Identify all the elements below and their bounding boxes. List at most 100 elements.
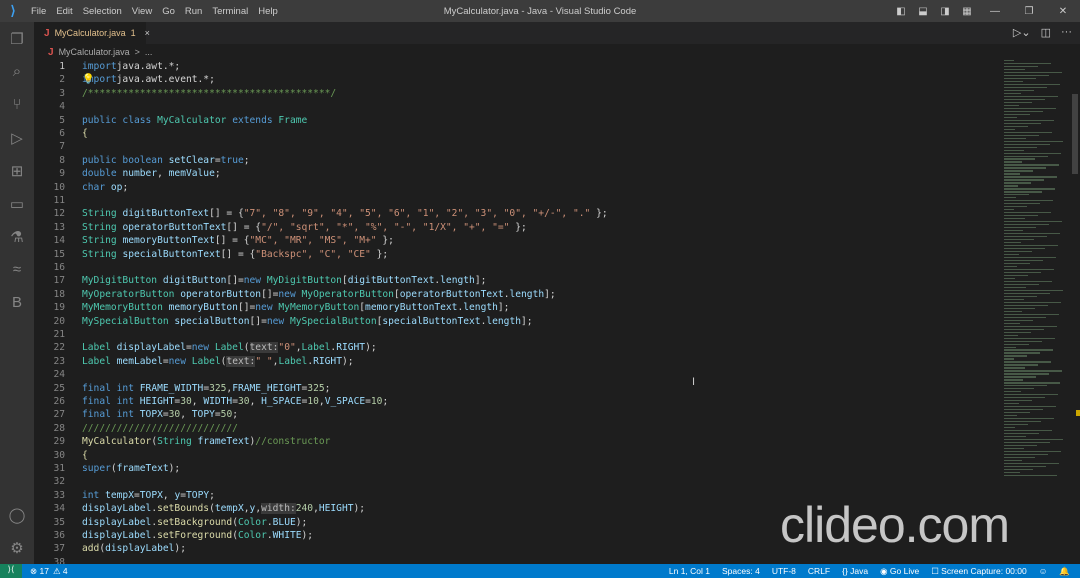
encoding[interactable]: UTF-8 [772, 566, 796, 577]
line-number: 8 [59, 154, 65, 166]
line-ending[interactable]: CRLF [808, 566, 830, 577]
code-token: super [82, 463, 111, 474]
maximize-button[interactable]: ❐ [1012, 6, 1046, 17]
code-token: ]; [497, 302, 510, 314]
code-token: HEIGHT [139, 396, 175, 407]
screen-capture[interactable]: ☐ Screen Capture: 00:00 [931, 566, 1027, 577]
code-token: length [440, 275, 475, 287]
code-line: displayLabel.setBackground(Color.BLUE); [82, 517, 307, 528]
feedback-icon[interactable]: ☺ [1039, 566, 1048, 577]
code-token: length [486, 315, 522, 327]
code-token: ); [342, 355, 354, 367]
menu-go[interactable]: Go [162, 6, 175, 17]
close-window-button[interactable]: ✕ [1046, 6, 1080, 17]
code-line: String memoryButtonText[] = {"MC", "MR",… [82, 235, 394, 246]
menu-file[interactable]: File [31, 6, 46, 17]
code-line: double number, memValue; [82, 168, 221, 179]
cursor-position[interactable]: Ln 1, Col 1 [669, 566, 710, 577]
code-token: [] = { [226, 221, 262, 233]
code-token: setClear [168, 154, 215, 166]
search-icon[interactable]: ⌕ [0, 55, 34, 88]
remote-explorer-icon[interactable]: ▭ [0, 187, 34, 220]
code-token: Label [278, 355, 308, 367]
code-token: java.awt.*; [116, 61, 181, 72]
minimap[interactable] [1004, 60, 1068, 480]
b-icon[interactable]: B [0, 286, 34, 319]
editor-scrollbar[interactable] [1068, 60, 1080, 564]
code-token: 30 [238, 396, 250, 407]
menu-run[interactable]: Run [185, 6, 202, 17]
close-tab-icon[interactable]: × [145, 28, 150, 38]
code-line: String operatorButtonText[] = {"/", "sqr… [82, 222, 527, 233]
code-token: displayLabel [82, 503, 152, 515]
split-editor-icon[interactable]: ◫ [1041, 26, 1051, 39]
source-control-icon[interactable]: ⑂ [0, 88, 34, 121]
code-token: "0" [278, 342, 296, 354]
minimize-button[interactable]: — [978, 6, 1012, 17]
code-token: MyOperatorButton [301, 288, 394, 300]
code-token: double [82, 168, 123, 180]
run-icon[interactable]: ▷⌄ [1013, 26, 1031, 39]
code-token: tempX [105, 489, 134, 501]
menu-view[interactable]: View [132, 6, 152, 17]
code-token: new [191, 342, 215, 354]
explorer-icon[interactable]: ❐ [0, 22, 34, 55]
java-icon[interactable]: ≈ [0, 253, 34, 286]
tab-mycalculator[interactable]: J MyCalculator.java 1 × [34, 22, 150, 44]
menu-selection[interactable]: Selection [83, 6, 122, 17]
breadcrumb-more[interactable]: ... [145, 47, 153, 57]
code-token: ); [301, 530, 314, 541]
menu-help[interactable]: Help [258, 6, 278, 17]
code-line: super(frameText); [82, 463, 180, 474]
lightbulb-icon[interactable]: 💡 [82, 74, 94, 85]
testing-icon[interactable]: ⚗ [0, 220, 34, 253]
code-editor[interactable]: 1 importjava.awt.*; 2 importjava.awt.event.… [34, 60, 1004, 568]
code-token: displayLabel [105, 543, 175, 555]
more-actions-icon[interactable]: ··· [1061, 26, 1072, 39]
extensions-icon[interactable]: ⊞ [0, 154, 34, 187]
line-number: 18 [53, 288, 65, 300]
notifications-icon[interactable]: 🔔 [1059, 566, 1070, 577]
code-token: memValue [168, 168, 215, 180]
errors-count[interactable]: ⊗ 17 [30, 566, 49, 577]
warnings-count[interactable]: ⚠ 4 [53, 566, 68, 577]
remote-indicator[interactable]: ⟩⟨ [0, 564, 22, 578]
breadcrumb-file[interactable]: MyCalculator.java [59, 47, 130, 57]
code-line: importjava.awt.event.*; [82, 74, 215, 85]
language-mode[interactable]: {} Java [842, 566, 868, 577]
line-number: 21 [53, 329, 65, 340]
line-number: 31 [53, 463, 65, 474]
code-token: int [82, 489, 106, 501]
code-token: specialButtonText [122, 248, 221, 260]
code-token: length [509, 288, 545, 300]
code-line: { [82, 128, 88, 139]
settings-gear-icon[interactable]: ⚙ [0, 531, 34, 564]
menu-edit[interactable]: Edit [56, 6, 72, 17]
run-debug-icon[interactable]: ▷ [0, 121, 34, 154]
menu-terminal[interactable]: Terminal [212, 6, 248, 17]
code-token: FRAME_HEIGHT [232, 382, 302, 394]
toggle-secondary-sidebar-icon[interactable]: ◨ [934, 6, 956, 17]
java-file-icon: J [48, 46, 54, 58]
accounts-icon[interactable]: ◯ [0, 498, 34, 531]
line-number: 3 [59, 87, 65, 99]
code-token: , [157, 168, 169, 180]
code-token: operatorButtonText [399, 288, 504, 300]
line-number: 28 [53, 422, 65, 434]
line-number: 14 [53, 235, 65, 247]
code-token: memoryButtonText [122, 235, 215, 247]
code-line: MyDigitButton digitButton[]=new MyDigitB… [82, 275, 486, 286]
code-token: java.awt.event.*; [116, 74, 215, 86]
code-token: , [191, 396, 204, 407]
code-token: operatorButtonText [122, 221, 227, 233]
indentation[interactable]: Spaces: 4 [722, 566, 760, 577]
go-live-button[interactable]: ◉ Go Live [880, 566, 919, 577]
toggle-sidebar-icon[interactable]: ◧ [890, 6, 912, 17]
customize-layout-icon[interactable]: ▦ [956, 6, 978, 17]
vscode-logo-icon: ⟩ [10, 3, 16, 18]
code-token: /***************************************… [82, 87, 337, 99]
code-token: Frame [278, 114, 308, 126]
toggle-panel-icon[interactable]: ⬓ [912, 6, 934, 17]
line-number: 33 [53, 489, 65, 501]
line-number: 30 [53, 449, 65, 461]
